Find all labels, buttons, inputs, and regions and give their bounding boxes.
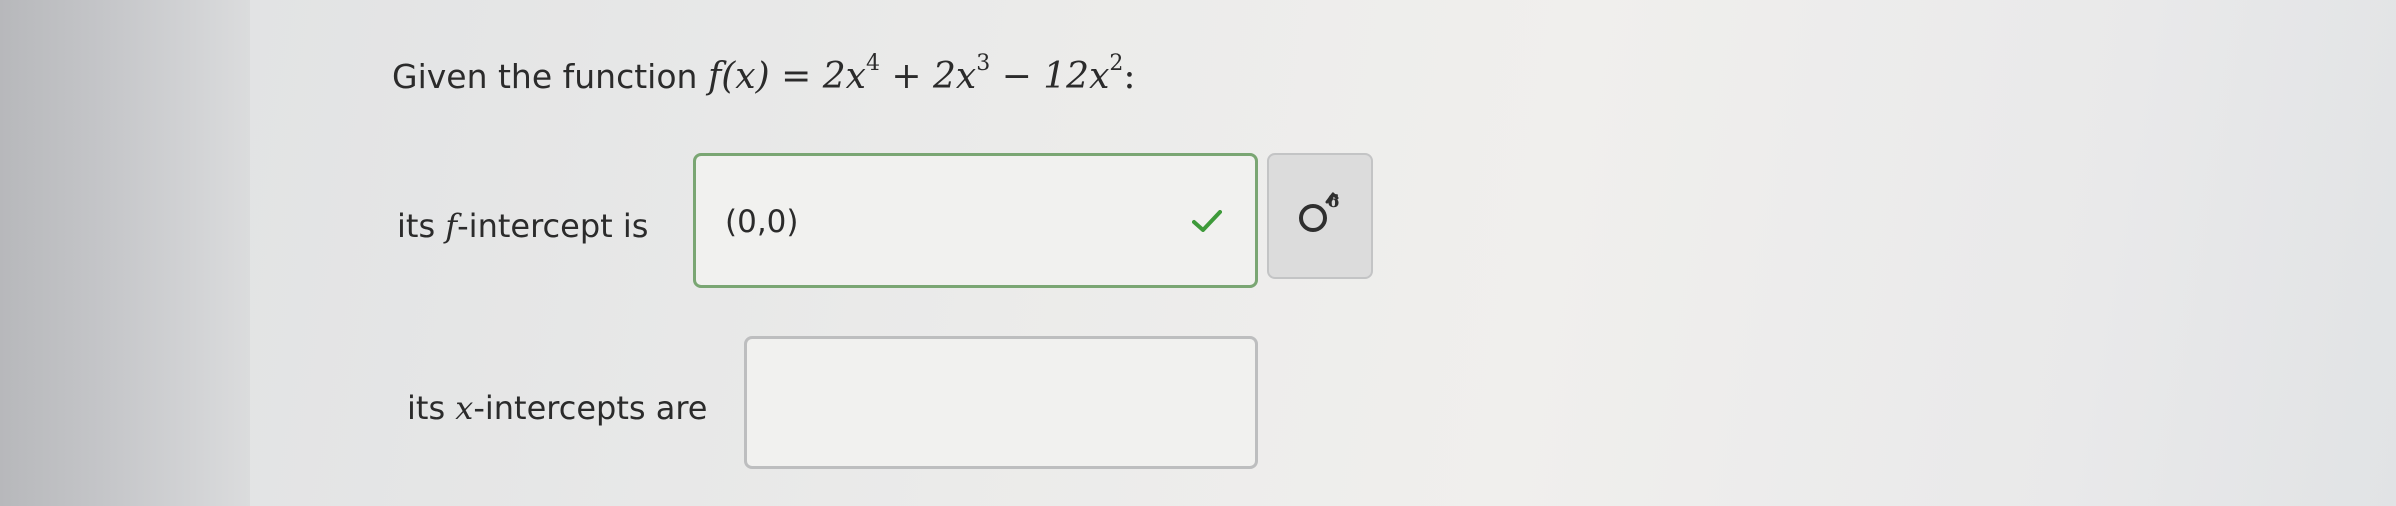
f-intercept-input[interactable]: (0,0) xyxy=(693,153,1258,288)
background-edge xyxy=(0,0,250,506)
x-intercepts-input[interactable] xyxy=(744,336,1258,469)
function-suffix: : xyxy=(1123,56,1136,97)
symbol-palette-icon: 6 xyxy=(1299,191,1340,232)
function-exponent-1: 4 xyxy=(865,51,880,76)
function-lhs: f(x) = xyxy=(707,56,823,97)
prompt-intro: Given the function xyxy=(392,57,698,96)
svg-text:6: 6 xyxy=(1327,191,1340,212)
x-intercepts-label: its x-intercepts are xyxy=(407,389,708,427)
function-expression: f(x) = 2x4 + 2x3 − 12x2: xyxy=(707,53,1136,98)
symbol-palette-button[interactable]: 6 xyxy=(1267,153,1373,279)
function-exponent-2: 3 xyxy=(976,51,991,76)
function-exponent-3: 2 xyxy=(1109,51,1124,76)
x-variable: x xyxy=(455,389,474,427)
checkmark-icon xyxy=(1192,210,1222,232)
function-term-3: − 12x xyxy=(990,56,1110,97)
f-variable: f xyxy=(445,207,458,245)
question-prompt: Given the function f(x) = 2x4 + 2x3 − 12… xyxy=(392,53,1136,98)
function-term-1: 2x xyxy=(822,56,866,97)
function-term-2: + 2x xyxy=(879,56,977,97)
f-intercept-value: (0,0) xyxy=(725,204,799,240)
f-intercept-label: its f-intercept is xyxy=(397,207,649,245)
